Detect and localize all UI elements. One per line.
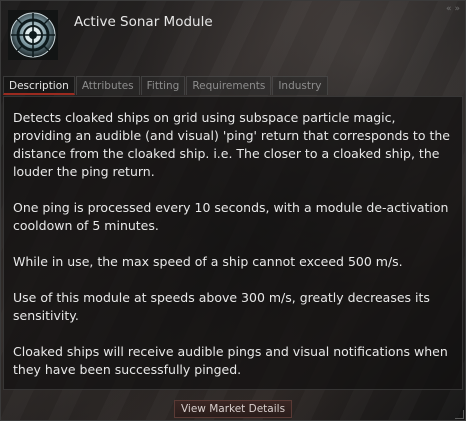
description-panel: Detects cloaked ships on grid using subs… — [3, 96, 463, 390]
item-title: Active Sonar Module — [74, 14, 213, 30]
tab-fitting[interactable]: Fitting — [140, 76, 186, 95]
expand-icon[interactable]: » — [454, 4, 459, 14]
sonar-module-icon — [8, 10, 58, 60]
collapse-icon[interactable]: « — [446, 4, 451, 14]
description-paragraph: Cloaked ships will receive audible pings… — [13, 344, 448, 377]
view-market-details-button[interactable]: View Market Details — [174, 400, 292, 418]
tab-description[interactable]: Description — [3, 76, 75, 95]
window-controls: « » — [446, 4, 460, 14]
description-paragraph: Use of this module at speeds above 300 m… — [13, 290, 430, 323]
tab-bar: Description Attributes Fitting Requireme… — [3, 76, 329, 95]
tab-industry[interactable]: Industry — [272, 76, 328, 95]
info-window: « » Active Sonar Module Description Attr… — [0, 0, 466, 421]
resize-grip-icon[interactable] — [455, 410, 464, 419]
description-paragraph: One ping is processed every 10 seconds, … — [13, 200, 449, 233]
tab-attributes[interactable]: Attributes — [75, 76, 140, 95]
tab-requirements[interactable]: Requirements — [186, 76, 272, 95]
description-paragraph: Detects cloaked ships on grid using subs… — [13, 110, 450, 179]
description-paragraph: While in use, the max speed of a ship ca… — [13, 254, 403, 269]
